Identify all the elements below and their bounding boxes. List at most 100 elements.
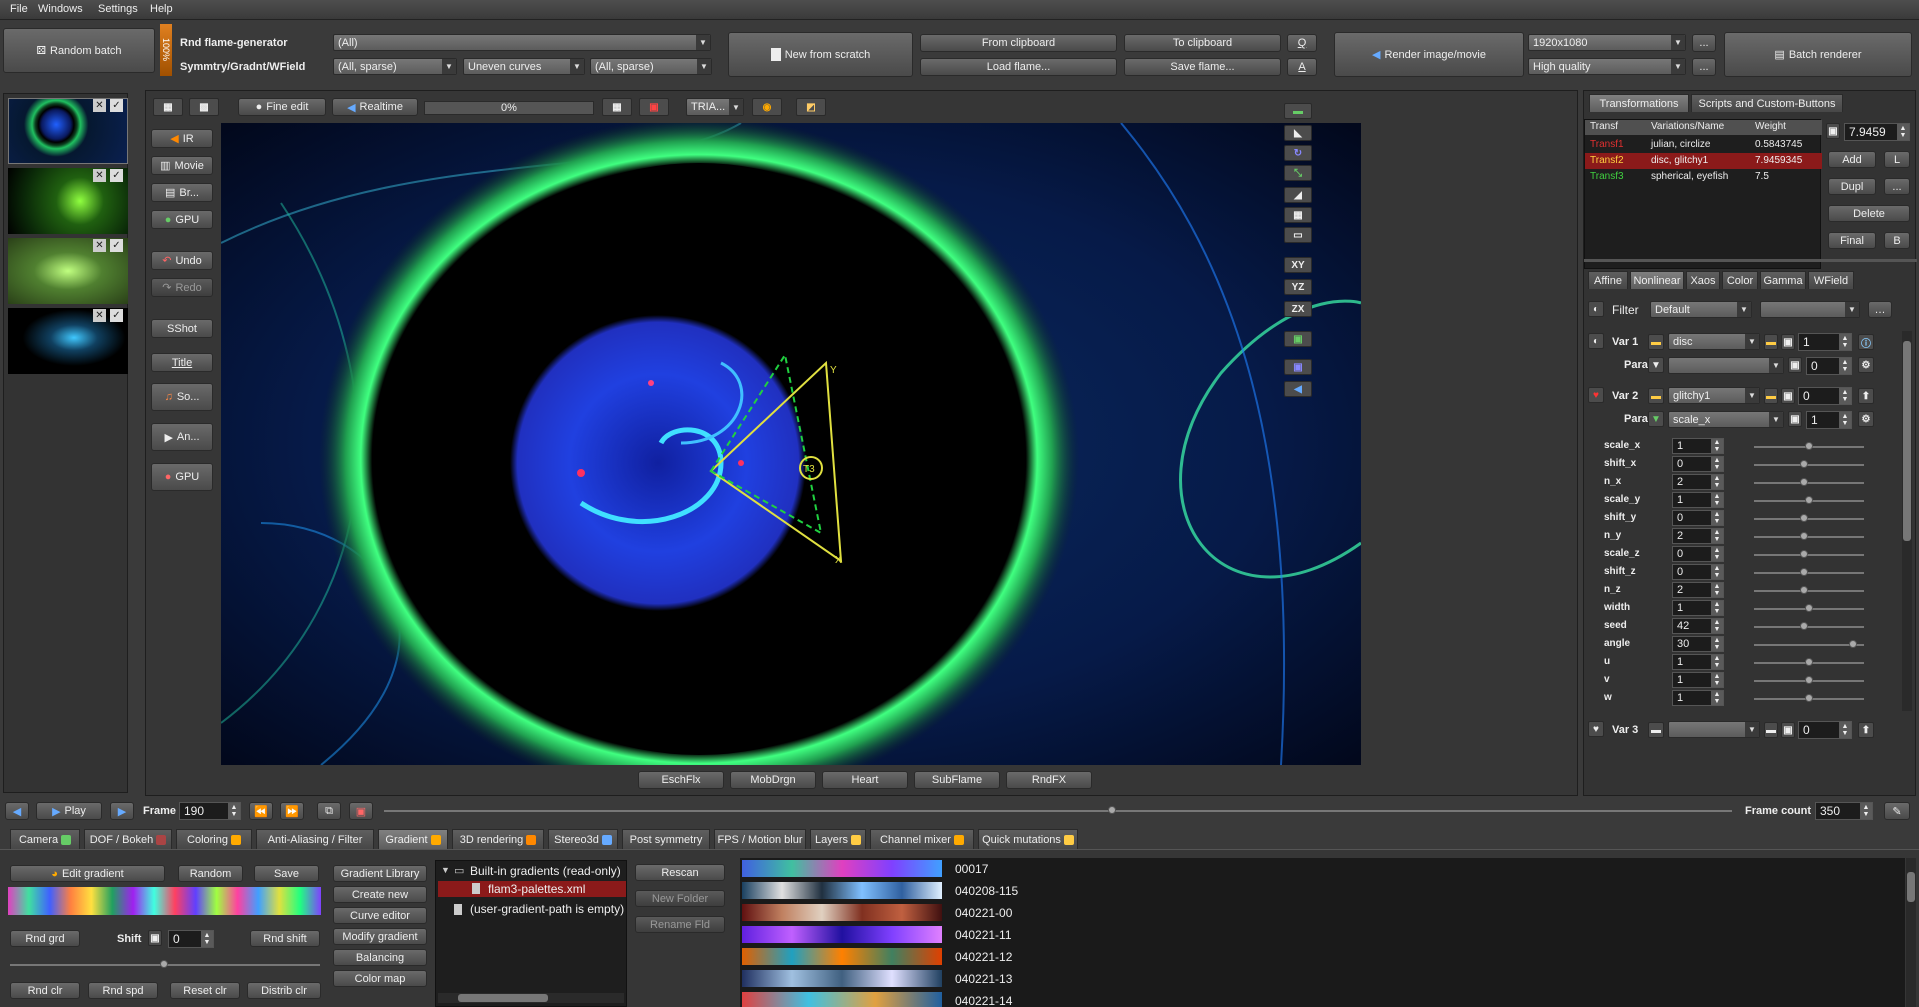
var2-icon[interactable]: ▬ [1648, 388, 1664, 404]
param-slider-knob[interactable] [1805, 694, 1813, 702]
tab-xaos[interactable]: Xaos [1686, 271, 1720, 289]
symmetry-select[interactable]: (All, sparse) ▼ [333, 58, 457, 75]
redo-button[interactable]: ↷ Redo [151, 278, 213, 297]
var3-icon[interactable]: ▬ [1648, 722, 1664, 738]
param-input[interactable]: 0 ▲ ▼ [1672, 546, 1724, 562]
save-flame-button[interactable]: Save flame... [1124, 58, 1281, 76]
palette-item[interactable]: 040221-13 [740, 968, 1905, 990]
shift-slider-knob[interactable] [160, 960, 168, 968]
eschflx-button[interactable]: EschFlx [638, 771, 724, 789]
var3-box-icon[interactable]: ▣ [1781, 722, 1795, 738]
tab-gamma[interactable]: Gamma [1760, 271, 1806, 289]
var1-toggle-icon[interactable]: ◐ [1588, 333, 1604, 349]
var3-pin-icon[interactable]: ▬ [1764, 722, 1778, 738]
param-slider-knob[interactable] [1800, 568, 1808, 576]
frame-input[interactable]: 190 ▲ ▼ [179, 802, 241, 820]
movie-button[interactable]: ▥ Movie [151, 156, 213, 175]
filter-toggle-icon[interactable]: ◐ [1588, 301, 1604, 317]
next-frame-button[interactable]: ▶ [110, 802, 134, 820]
tab-fps-motion-blur[interactable]: FPS / Motion blur [714, 829, 806, 849]
tab-dof-bokeh[interactable]: DOF / Bokeh [84, 829, 172, 849]
tria-select[interactable]: TRIA... ▼ [686, 98, 744, 116]
close-icon[interactable]: ✕ [93, 309, 106, 322]
q-button[interactable]: Q [1287, 34, 1317, 52]
palette-scrollbar[interactable] [1906, 858, 1916, 1007]
distrib-clr-button[interactable]: Distrib clr [247, 982, 321, 999]
resolution-select[interactable]: 1920x1080 ▼ [1528, 34, 1686, 51]
palette-item[interactable]: 040221-14 [740, 990, 1905, 1007]
param-input[interactable]: 0 ▲ ▼ [1672, 564, 1724, 580]
rndfx-button[interactable]: RndFX [1006, 771, 1092, 789]
filter-secondary-select[interactable]: ▼ [1760, 301, 1860, 318]
var1-box-icon[interactable]: ▣ [1781, 334, 1795, 350]
param-slider-knob[interactable] [1800, 478, 1808, 486]
param-slider-track[interactable] [1754, 464, 1864, 466]
menu-file[interactable]: File [10, 3, 28, 15]
palette-item[interactable]: 040221-12 [740, 946, 1905, 968]
delete-button[interactable]: Delete [1828, 205, 1910, 222]
tab-quick-mutations[interactable]: Quick mutations [978, 829, 1078, 849]
param-slider-track[interactable] [1754, 554, 1864, 556]
var2-select[interactable]: glitchy1 ▼ [1668, 387, 1760, 404]
save-gradient-button[interactable]: Save [254, 865, 319, 882]
param-input[interactable]: 2 ▲ ▼ [1672, 582, 1724, 598]
batch-renderer-button[interactable]: ▤ Batch renderer [1724, 32, 1912, 77]
final-button[interactable]: Final [1828, 232, 1876, 249]
param-input[interactable]: 0 ▲ ▼ [1672, 510, 1724, 526]
forward-button[interactable]: ⏩ [280, 802, 304, 820]
tab-stereo3d[interactable]: Stereo3d [548, 829, 618, 849]
param-input[interactable]: 1 ▲ ▼ [1672, 600, 1724, 616]
grid-small-icon[interactable]: ▦ [1284, 207, 1312, 223]
var1-pin-icon[interactable]: ▬ [1764, 334, 1778, 350]
gear-icon[interactable]: ⚙ [1858, 357, 1874, 373]
from-clipboard-button[interactable]: From clipboard [920, 34, 1117, 52]
var2-toggle-icon[interactable]: ♥ [1588, 387, 1604, 403]
param-slider-track[interactable] [1754, 590, 1864, 592]
scrollbar-thumb[interactable] [1903, 341, 1911, 541]
screenshot-button[interactable]: SShot [151, 319, 213, 338]
create-new-button[interactable]: Create new [333, 886, 427, 903]
grid-mode-icon[interactable]: ▩ [189, 98, 219, 116]
var2-box-icon[interactable]: ▣ [1781, 388, 1795, 404]
gradient-tree[interactable]: ▼ ▭ Built-in gradients (read-only) flam3… [435, 860, 627, 1007]
rnd-flame-select[interactable]: (All) ▼ [333, 34, 711, 51]
param-input[interactable]: 1 ▲ ▼ [1672, 690, 1724, 706]
new-folder-button[interactable]: New Folder [635, 890, 725, 907]
tab-layers[interactable]: Layers [810, 829, 866, 849]
param-slider-track[interactable] [1754, 572, 1864, 574]
param-slider-knob[interactable] [1800, 622, 1808, 630]
gear-icon[interactable]: ⚙ [1858, 411, 1874, 427]
param-slider-knob[interactable] [1805, 442, 1813, 450]
param-input[interactable]: 42 ▲ ▼ [1672, 618, 1724, 634]
animation-button[interactable]: ▶ An... [151, 423, 213, 451]
tab-3d-rendering[interactable]: 3D rendering [452, 829, 544, 849]
select-icon[interactable]: ◣ [1284, 125, 1312, 141]
param-slider-knob[interactable] [1800, 586, 1808, 594]
params2-icon[interactable]: ▼ [1648, 411, 1664, 427]
close-icon[interactable]: ✕ [93, 169, 106, 182]
undo-button[interactable]: ↶ Undo [151, 251, 213, 270]
scrollbar-thumb[interactable] [1907, 872, 1915, 902]
param-slider-knob[interactable] [1805, 496, 1813, 504]
tab-wfield[interactable]: WField [1808, 271, 1854, 289]
gradient-library-button[interactable]: Gradient Library [333, 865, 427, 882]
weight-icon[interactable]: ▣ [1826, 123, 1840, 139]
a-button[interactable]: A [1287, 58, 1317, 76]
view-icon-1[interactable]: ▬ [1284, 103, 1312, 119]
tab-camera[interactable]: Camera [10, 829, 80, 849]
curve-editor-button[interactable]: Curve editor [333, 907, 427, 924]
scale-icon[interactable]: ⤡ [1284, 165, 1312, 181]
params1-icon[interactable]: ▼ [1648, 357, 1664, 373]
tab-anti-aliasing-filter[interactable]: Anti-Aliasing / Filter [256, 829, 374, 849]
browse-button[interactable]: ▤ Br... [151, 183, 213, 202]
rnd-clr-button[interactable]: Rnd clr [10, 982, 80, 999]
random-gradient-button[interactable]: Random [178, 865, 243, 882]
subflame-button[interactable]: SubFlame [914, 771, 1000, 789]
title-button[interactable]: Title [151, 353, 213, 372]
palette-item[interactable]: 040221-11 [740, 924, 1905, 946]
param-slider-knob[interactable] [1800, 550, 1808, 558]
param-slider-knob[interactable] [1805, 658, 1813, 666]
expand-icon[interactable]: ▼ [441, 865, 450, 875]
param-input[interactable]: 1 ▲ ▼ [1672, 654, 1724, 670]
mobdrgn-button[interactable]: MobDrgn [730, 771, 816, 789]
